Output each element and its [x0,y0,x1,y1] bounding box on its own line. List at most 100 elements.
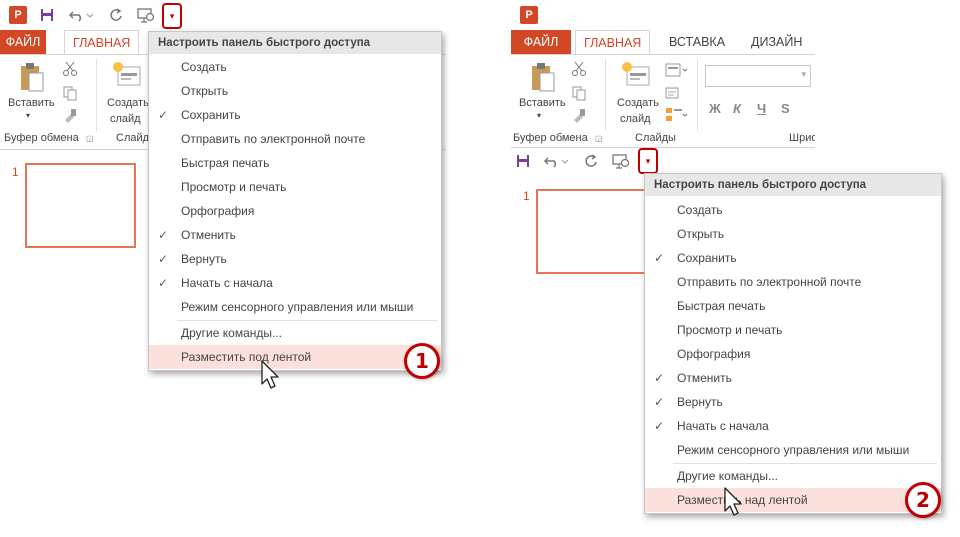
checkmark-icon: ✓ [158,252,169,266]
underline-button[interactable]: Ч [757,101,766,116]
copy-icon[interactable] [62,85,78,104]
menu-item-label: Отменить [181,228,236,242]
shadow-button[interactable]: S [781,101,790,116]
menu-item-label: Начать с начала [181,276,273,290]
font-dropdown-arrow[interactable]: ▾ [801,69,806,80]
paste-button-label[interactable]: Вставить [8,97,55,109]
slide-thumbnail[interactable] [536,189,647,274]
presenter-icon[interactable] [135,5,157,25]
menu-item-touch-mouse-mode[interactable]: Режим сенсорного управления или мыши [149,295,441,319]
clipboard-group-label: Буфер обмена [4,132,79,144]
menu-item-undo[interactable]: ✓ Отменить [645,366,941,390]
cut-icon[interactable] [62,61,78,80]
clipboard-launcher-icon[interactable]: ◲ [86,134,94,143]
slide-number: 1 [523,189,530,203]
reset-icon[interactable] [665,85,681,104]
step-badge-2: 2 [905,482,941,518]
save-icon[interactable] [514,151,532,171]
quick-access-toolbar: P ▾ [0,0,445,30]
checkmark-icon: ✓ [654,395,665,409]
format-painter-icon[interactable] [62,107,78,126]
menu-item-show-above-ribbon[interactable]: Разместить над лентой [645,488,941,512]
new-slide-button-label-line2[interactable]: слайд [110,113,141,125]
paste-icon [529,61,557,98]
slide-thumbnail[interactable] [25,163,136,248]
menu-item-open[interactable]: Открыть [149,79,441,103]
menu-header: Настроить панель быстрого доступа [645,174,941,196]
menu-item-start-from-beginning[interactable]: ✓ Начать с начала [645,414,941,438]
menu-item-open[interactable]: Открыть [645,222,941,246]
menu-item-print-preview[interactable]: Просмотр и печать [645,318,941,342]
copy-icon[interactable] [571,85,587,104]
new-slide-button-label-line1[interactable]: Создать [617,97,659,109]
tab-home[interactable]: ГЛАВНАЯ [64,30,140,55]
redo-icon[interactable] [107,5,125,25]
paste-button-label[interactable]: Вставить [519,97,566,109]
checkmark-icon: ✓ [654,419,665,433]
ribbon-separator [605,59,606,131]
cut-icon[interactable] [571,61,587,80]
clipboard-launcher-icon[interactable]: ◲ [595,134,603,143]
section-icon[interactable] [665,107,689,126]
menu-item-email[interactable]: Отправить по электронной почте [149,127,441,151]
menu-item-label: Режим сенсорного управления или мыши [677,443,910,457]
menu-item-label: Вернуть [677,395,723,409]
ribbon-tabs: ФАЙЛ ГЛАВНАЯ ВСТАВКА ДИЗАЙН [511,30,815,55]
paste-dropdown-arrow[interactable]: ▾ [537,111,541,120]
menu-item-label: Создать [181,60,227,74]
menu-item-print-preview[interactable]: Просмотр и печать [149,175,441,199]
menu-item-email[interactable]: Отправить по электронной почте [645,270,941,294]
paste-dropdown-arrow[interactable]: ▾ [26,111,30,120]
save-icon[interactable] [38,5,56,25]
undo-icon[interactable] [541,151,571,171]
slides-group-label: Слайд [116,132,150,144]
paste-icon [18,61,46,98]
checkmark-icon: ✓ [158,108,169,122]
bold-button[interactable]: Ж [709,101,721,116]
presenter-icon[interactable] [610,151,632,171]
new-slide-button-label-line2[interactable]: слайд [620,113,651,125]
menu-item-label: Другие команды... [677,469,778,483]
tab-insert[interactable]: ВСТАВКА [661,30,733,54]
menu-item-more-commands[interactable]: Другие команды... [645,464,941,488]
tab-home[interactable]: ГЛАВНАЯ [575,30,651,55]
mouse-cursor-icon [724,487,742,516]
menu-item-label: Орфография [181,204,255,218]
tab-design[interactable]: ДИЗАЙН [743,30,810,54]
tab-file[interactable]: ФАЙЛ [511,30,571,54]
redo-icon[interactable] [582,151,600,171]
menu-item-save[interactable]: ✓ Сохранить [645,246,941,270]
menu-item-label: Сохранить [677,251,737,265]
layout-icon[interactable] [665,63,689,82]
clipboard-group-label: Буфер обмена [513,132,588,144]
menu-item-start-from-beginning[interactable]: ✓ Начать с начала [149,271,441,295]
font-name-combobox[interactable]: ▾ [705,65,811,87]
menu-item-create[interactable]: Создать [645,198,941,222]
undo-icon[interactable] [66,5,96,25]
menu-item-save[interactable]: ✓ Сохранить [149,103,441,127]
menu-item-spelling[interactable]: Орфография [645,342,941,366]
menu-item-label: Отменить [677,371,732,385]
menu-item-more-commands[interactable]: Другие команды... [149,321,441,345]
format-painter-icon[interactable] [571,107,587,126]
menu-item-redo[interactable]: ✓ Вернуть [645,390,941,414]
menu-item-label: Быстрая печать [181,156,270,170]
menu-item-touch-mouse-mode[interactable]: Режим сенсорного управления или мыши [645,438,941,462]
menu-item-label: Разместить под лентой [181,350,312,364]
menu-item-quick-print[interactable]: Быстрая печать [149,151,441,175]
menu-item-quick-print[interactable]: Быстрая печать [645,294,941,318]
customize-qat-dropdown-button[interactable]: ▾ [638,148,658,174]
italic-button[interactable]: К [733,101,741,116]
menu-item-undo[interactable]: ✓ Отменить [149,223,441,247]
menu-item-redo[interactable]: ✓ Вернуть [149,247,441,271]
tab-file[interactable]: ФАЙЛ [0,30,46,54]
new-slide-button-label-line1[interactable]: Создать [107,97,149,109]
ribbon-separator [697,59,698,131]
menu-item-spelling[interactable]: Орфография [149,199,441,223]
menu-item-label: Открыть [181,84,229,98]
menu-header: Настроить панель быстрого доступа [149,32,441,54]
menu-item-show-below-ribbon[interactable]: Разместить под лентой [149,345,441,369]
customize-qat-dropdown-button[interactable]: ▾ [162,3,182,29]
menu-item-create[interactable]: Создать [149,55,441,79]
customize-qat-menu: Настроить панель быстрого доступа Создат… [148,31,442,371]
